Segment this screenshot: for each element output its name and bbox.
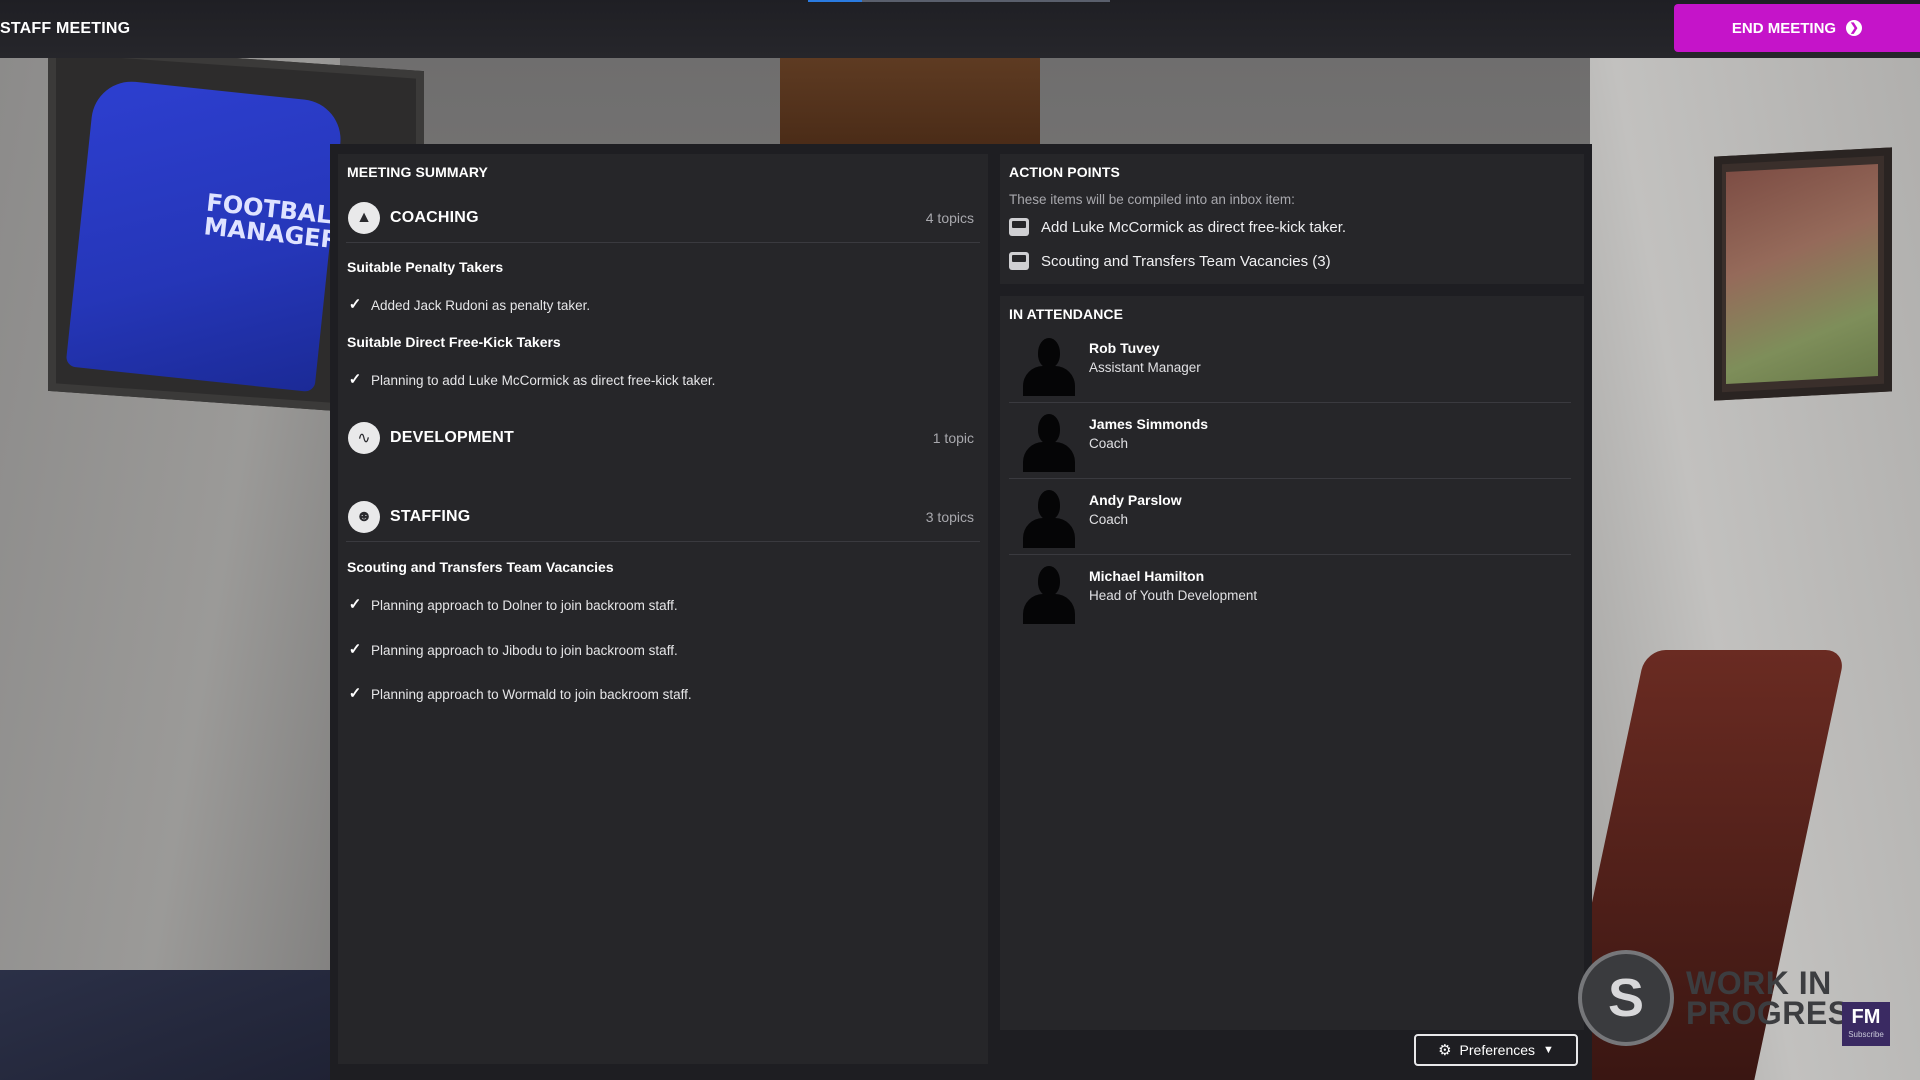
staff-avatar — [1019, 336, 1079, 396]
section-title: COACHING — [390, 209, 479, 226]
floor — [0, 970, 340, 1080]
attendee-name: Michael Hamilton — [1089, 568, 1205, 584]
list-item: ✓ Planning to add Luke McCormick as dire… — [347, 371, 716, 388]
meeting-progress-bar — [808, 0, 1110, 2]
checkmark-icon: ✓ — [348, 371, 362, 388]
meeting-summary-panel: MEETING SUMMARY ▲ COACHING 4 topics Suit… — [338, 154, 988, 1064]
top-bar: STAFF MEETING END MEETING ❯ — [0, 0, 1920, 58]
attendee-row[interactable]: Rob Tuvey Assistant Manager — [1009, 326, 1571, 403]
list-item: ✓ Planning approach to Wormald to join b… — [347, 686, 692, 702]
action-point-item[interactable]: Add Luke McCormick as direct free-kick t… — [1009, 218, 1346, 236]
arrow-right-icon: ❯ — [1846, 20, 1863, 36]
watermark-line-1: WORK IN — [1686, 965, 1832, 1001]
section-count: 1 topic — [932, 430, 974, 446]
development-icon: ∿ — [348, 422, 380, 454]
topic-heading: Scouting and Transfers Team Vacancies — [347, 559, 614, 575]
sports-interactive-logo: S — [1578, 950, 1674, 1046]
topic-heading: Suitable Direct Free-Kick Takers — [347, 334, 561, 350]
section-coaching[interactable]: ▲ COACHING 4 topics — [346, 194, 980, 243]
fm-badge-subscribe: Subscribe — [1848, 1030, 1884, 1039]
checkmark-icon: ✓ — [348, 641, 362, 658]
action-points-heading: ACTION POINTS — [1009, 164, 1120, 180]
meeting-summary-heading: MEETING SUMMARY — [347, 164, 488, 180]
attendee-role: Coach — [1089, 512, 1129, 527]
watermark-text: WORK IN PROGRES — [1686, 965, 1850, 1031]
chevron-down-icon: ▼ — [1543, 1044, 1554, 1056]
gear-icon: ⚙ — [1438, 1042, 1452, 1059]
section-development[interactable]: ∿ DEVELOPMENT 1 topic — [346, 414, 980, 462]
staff-avatar — [1019, 412, 1079, 472]
staff-avatar — [1019, 564, 1079, 624]
attendee-row[interactable]: Michael Hamilton Head of Youth Developme… — [1009, 554, 1571, 630]
preferences-label: Preferences — [1459, 1042, 1536, 1058]
list-item-text: Added Jack Rudoni as penalty taker. — [371, 297, 591, 313]
coaching-icon: ▲ — [348, 202, 380, 234]
watermark-line-2: PROGRES — [1686, 995, 1850, 1031]
meeting-progress-fill — [808, 0, 863, 2]
list-item-text: Planning approach to Jibodu to join back… — [371, 642, 678, 658]
attendee-role: Coach — [1089, 436, 1129, 451]
inbox-icon — [1009, 252, 1029, 270]
list-item: ✓ Added Jack Rudoni as penalty taker. — [347, 297, 590, 313]
checkmark-icon: ✓ — [348, 685, 362, 702]
list-item-text: Planning to add Luke McCormick as direct… — [371, 372, 716, 388]
section-title: STAFFING — [390, 508, 471, 525]
attendee-row[interactable]: Andy Parslow Coach — [1009, 478, 1571, 555]
list-item-text: Planning approach to Wormald to join bac… — [371, 686, 692, 702]
attendance-heading: IN ATTENDANCE — [1009, 306, 1124, 322]
fm-badge: FM — [1842, 1002, 1890, 1046]
attendee-name: Rob Tuvey — [1089, 340, 1160, 356]
shirt-logo-text: FOOTBALL MANAGER — [202, 188, 349, 255]
staffing-icon: ☻ — [348, 501, 380, 533]
section-count: 3 topics — [925, 509, 974, 525]
action-point-text: Scouting and Transfers Team Vacancies (3… — [1041, 252, 1331, 270]
inbox-icon — [1009, 218, 1029, 236]
meeting-dialog: MEETING SUMMARY ▲ COACHING 4 topics Suit… — [330, 144, 1592, 1080]
page-title: STAFF MEETING — [0, 20, 131, 37]
attendee-role: Head of Youth Development — [1089, 588, 1258, 603]
attendee-name: James Simmonds — [1089, 416, 1209, 432]
list-item-text: Planning approach to Dolner to join back… — [371, 597, 678, 613]
attendance-panel: IN ATTENDANCE Rob Tuvey Assistant Manage… — [1000, 296, 1584, 1030]
end-meeting-label: END MEETING — [1731, 19, 1837, 37]
attendee-row[interactable]: James Simmonds Coach — [1009, 402, 1571, 479]
list-item: ✓ Planning approach to Dolner to join ba… — [347, 597, 678, 613]
end-meeting-button[interactable]: END MEETING ❯ — [1674, 4, 1920, 52]
action-points-description: These items will be compiled into an inb… — [1009, 192, 1295, 207]
list-item: ✓ Planning approach to Jibodu to join ba… — [347, 642, 678, 658]
section-title: DEVELOPMENT — [390, 429, 514, 446]
attendee-role: Assistant Manager — [1089, 360, 1201, 375]
action-point-text: Add Luke McCormick as direct free-kick t… — [1041, 218, 1347, 236]
section-count: 4 topics — [925, 210, 974, 226]
checkmark-icon: ✓ — [348, 596, 362, 613]
action-points-panel: ACTION POINTS These items will be compil… — [1000, 154, 1584, 284]
framed-photo — [1726, 164, 1878, 384]
topic-heading: Suitable Penalty Takers — [347, 259, 504, 275]
section-staffing[interactable]: ☻ STAFFING 3 topics — [346, 493, 980, 542]
action-point-item[interactable]: Scouting and Transfers Team Vacancies (3… — [1009, 252, 1331, 270]
attendee-name: Andy Parslow — [1089, 492, 1182, 508]
checkmark-icon: ✓ — [348, 296, 362, 313]
preferences-button[interactable]: ⚙ Preferences ▼ — [1414, 1034, 1578, 1066]
door — [780, 58, 1040, 148]
staff-avatar — [1019, 488, 1079, 548]
